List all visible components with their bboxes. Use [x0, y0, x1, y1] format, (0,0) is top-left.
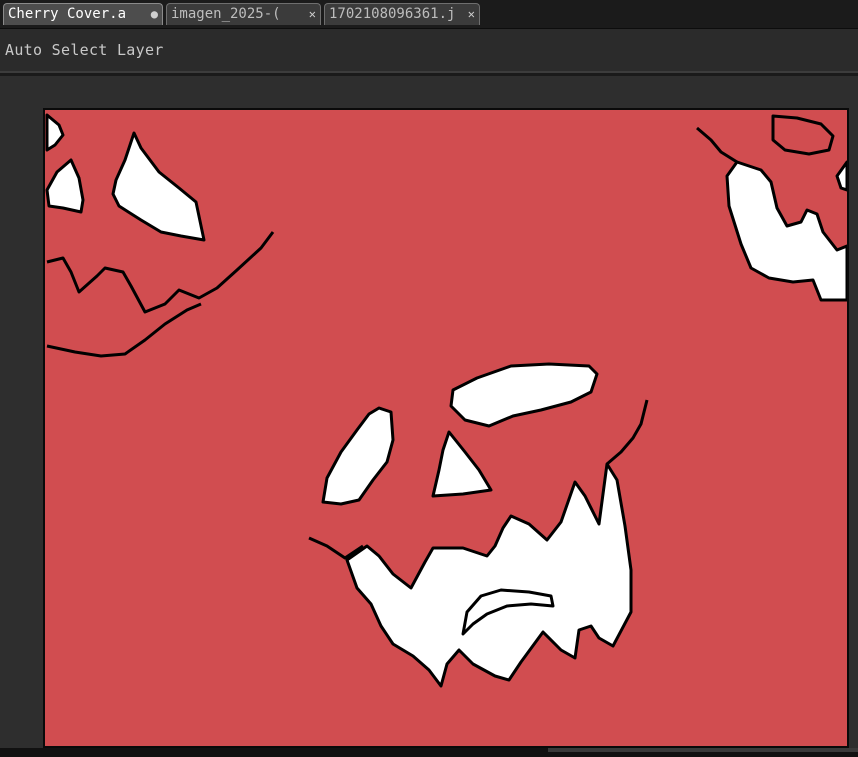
tab-label: Cherry Cover.a — [8, 6, 127, 22]
close-x-icon[interactable]: ✕ — [309, 4, 316, 24]
tab-1702108096361[interactable]: 1702108096361.j ✕ — [324, 3, 480, 25]
modified-dot-icon: ● — [150, 7, 158, 21]
tool-options-bar: Auto Select Layer — [0, 29, 858, 73]
tab-imagen-2025[interactable]: imagen_2025-( ✕ — [166, 3, 321, 25]
close-x-icon[interactable]: ✕ — [468, 4, 475, 24]
auto-select-layer-toggle[interactable]: Auto Select Layer — [5, 41, 164, 59]
tab-label: 1702108096361.j — [329, 6, 456, 22]
drawing-canvas[interactable] — [43, 108, 849, 748]
document-tab-bar: Cherry Cover.a ● imagen_2025-( ✕ 1702108… — [0, 0, 858, 29]
tab-cherry-cover[interactable]: Cherry Cover.a ● — [3, 3, 163, 25]
tab-label: imagen_2025-( — [171, 6, 281, 22]
app-window: Cherry Cover.a ● imagen_2025-( ✕ 1702108… — [0, 0, 858, 757]
artwork-svg — [45, 110, 847, 746]
status-bar-scroll-track[interactable] — [548, 748, 858, 752]
